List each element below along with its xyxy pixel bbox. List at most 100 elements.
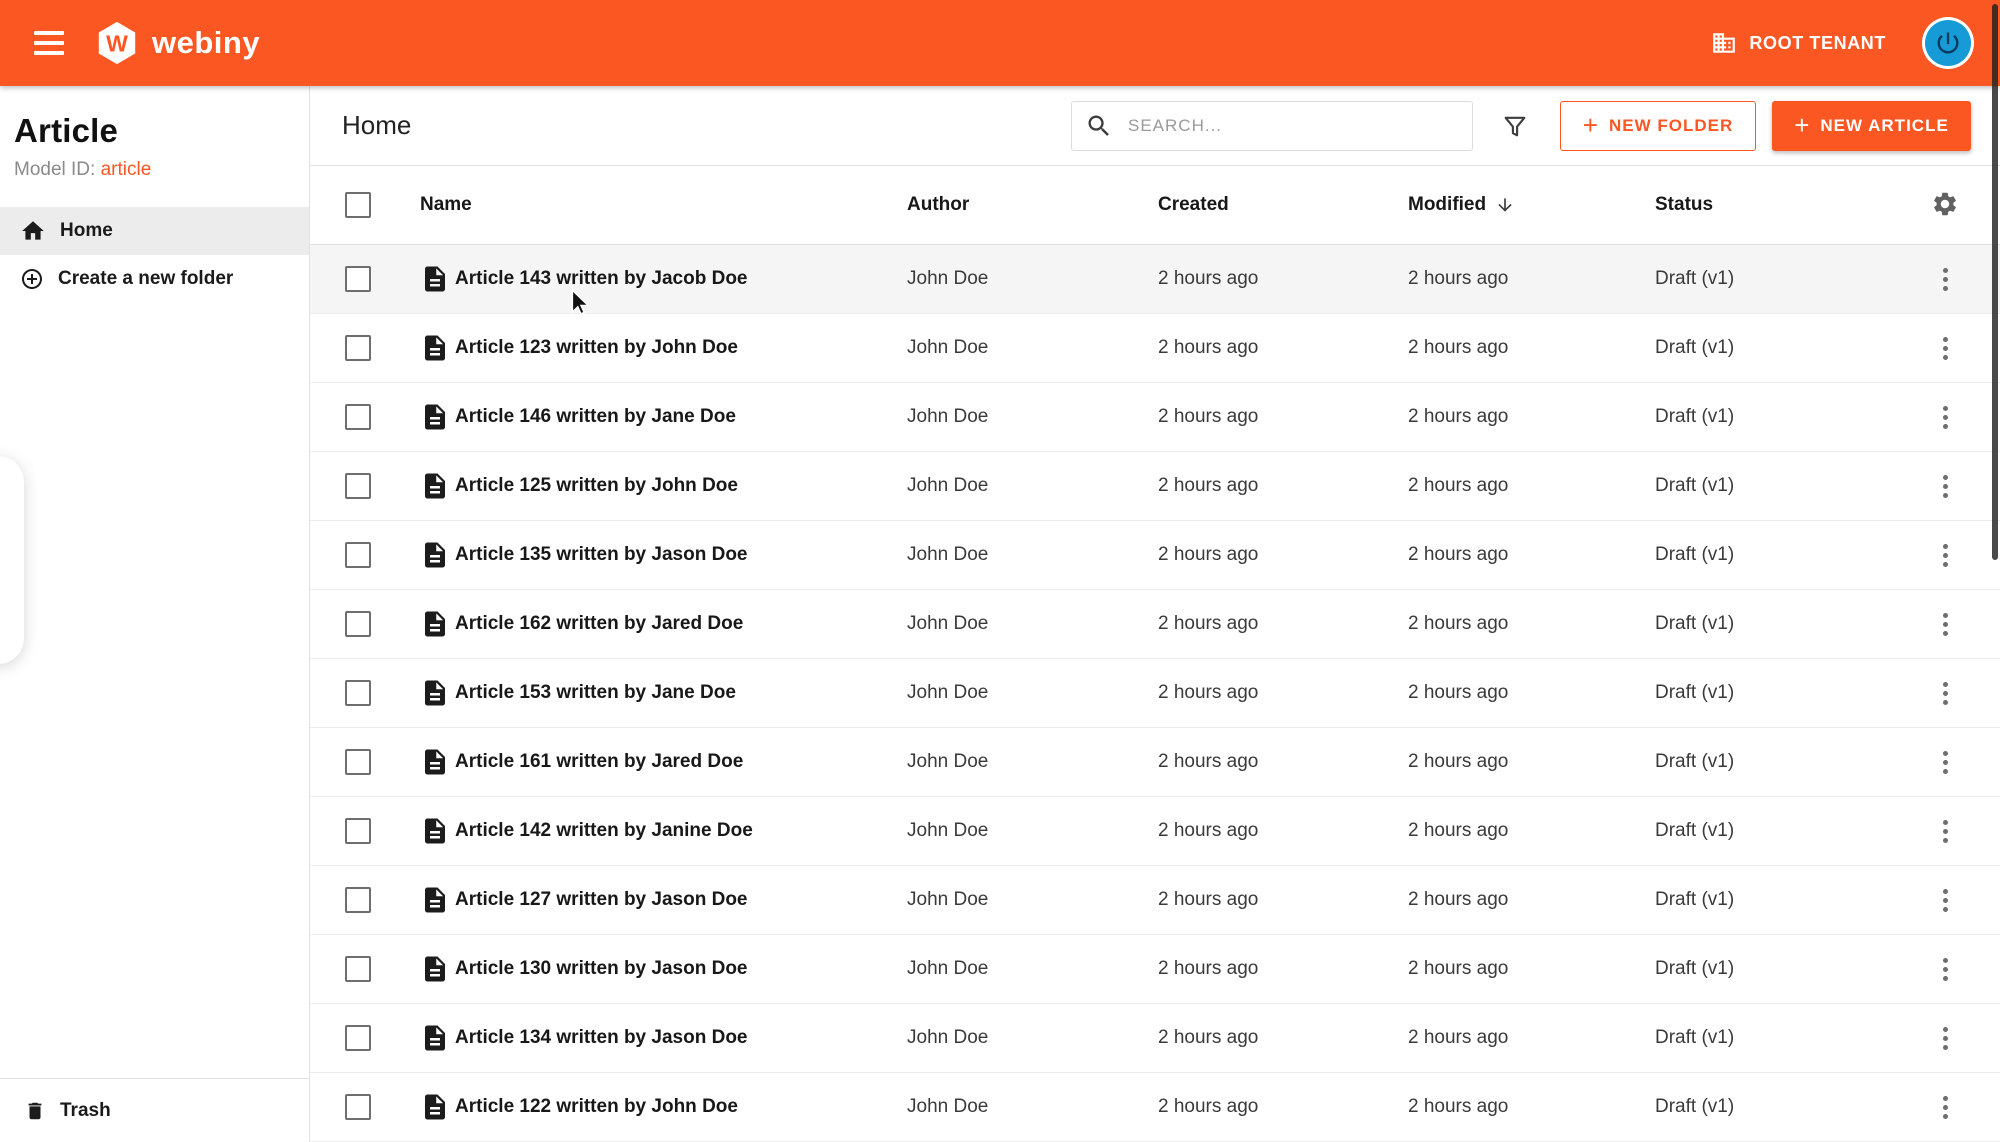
row-actions-cell xyxy=(1910,676,1980,711)
table-row[interactable]: Article 127 written by Jason Doe John Do… xyxy=(310,866,2000,935)
article-author: John Doe xyxy=(907,544,989,565)
model-id-value: article xyxy=(100,159,152,180)
row-checkbox[interactable] xyxy=(345,1094,371,1120)
create-folder-button[interactable]: Create a new folder xyxy=(0,255,309,303)
article-name[interactable]: Article 123 written by John Doe xyxy=(455,337,907,359)
row-checkbox[interactable] xyxy=(345,335,371,361)
new-folder-button[interactable]: + NEW FOLDER xyxy=(1560,100,1756,151)
row-checkbox[interactable] xyxy=(345,818,371,844)
column-header-modified[interactable]: Modified xyxy=(1408,194,1655,216)
row-checkbox[interactable] xyxy=(345,404,371,430)
row-checkbox-cell xyxy=(345,749,420,775)
select-all-checkbox[interactable] xyxy=(345,192,371,218)
table-row[interactable]: Article 153 written by Jane Doe John Doe… xyxy=(310,659,2000,728)
table-row[interactable]: Article 161 written by Jared Doe John Do… xyxy=(310,728,2000,797)
row-checkbox[interactable] xyxy=(345,542,371,568)
menu-button[interactable] xyxy=(26,23,72,63)
article-name[interactable]: Article 135 written by Jason Doe xyxy=(455,544,907,566)
row-menu-button[interactable] xyxy=(1937,883,1954,918)
article-status: Draft (v1) xyxy=(1655,544,1735,565)
article-name[interactable]: Article 146 written by Jane Doe xyxy=(455,406,907,428)
table-row[interactable]: Article 122 written by John Doe John Doe… xyxy=(310,1073,2000,1142)
gear-icon xyxy=(1934,192,1956,215)
article-modified: 2 hours ago xyxy=(1408,889,1509,910)
article-modified: 2 hours ago xyxy=(1408,544,1509,565)
article-name[interactable]: Article 162 written by Jared Doe xyxy=(455,613,907,635)
article-name[interactable]: Article 143 written by Jacob Doe xyxy=(455,268,907,290)
row-menu-button[interactable] xyxy=(1937,814,1954,849)
scrollbar-thumb[interactable] xyxy=(1992,4,1998,560)
row-menu-button[interactable] xyxy=(1937,1021,1954,1056)
row-menu-button[interactable] xyxy=(1937,676,1954,711)
new-article-button[interactable]: + NEW ARTICLE xyxy=(1772,100,1971,151)
row-checkbox[interactable] xyxy=(345,956,371,982)
toolbar: + NEW FOLDER + NEW ARTICLE xyxy=(1071,100,1971,151)
article-name[interactable]: Article 122 written by John Doe xyxy=(455,1096,907,1118)
table-row[interactable]: Article 123 written by John Doe John Doe… xyxy=(310,314,2000,383)
table-row[interactable]: Article 162 written by Jared Doe John Do… xyxy=(310,590,2000,659)
file-icon-cell xyxy=(420,1023,455,1053)
row-checkbox[interactable] xyxy=(345,680,371,706)
row-menu-button[interactable] xyxy=(1937,538,1954,573)
table-row[interactable]: Article 146 written by Jane Doe John Doe… xyxy=(310,383,2000,452)
row-menu-button[interactable] xyxy=(1937,262,1954,297)
article-name[interactable]: Article 142 written by Janine Doe xyxy=(455,820,907,842)
topbar-right: ROOT TENANT xyxy=(1711,17,1974,69)
table-row[interactable]: Article 135 written by Jason Doe John Do… xyxy=(310,521,2000,590)
row-actions-cell xyxy=(1910,1021,1980,1056)
column-header-name[interactable]: Name xyxy=(420,194,907,216)
table-row[interactable]: Article 125 written by John Doe John Doe… xyxy=(310,452,2000,521)
article-created: 2 hours ago xyxy=(1158,475,1259,496)
sidebar-item-home[interactable]: Home xyxy=(0,207,309,255)
search-input[interactable] xyxy=(1071,100,1473,151)
trash-button[interactable]: Trash xyxy=(0,1078,309,1142)
avatar-circle xyxy=(1925,20,1971,66)
webiny-logo[interactable]: W webiny xyxy=(94,20,260,66)
row-menu-button[interactable] xyxy=(1937,469,1954,504)
article-name[interactable]: Article 134 written by Jason Doe xyxy=(455,1027,907,1049)
row-menu-button[interactable] xyxy=(1937,952,1954,987)
table-settings-button[interactable] xyxy=(1927,186,1963,225)
article-name[interactable]: Article 125 written by John Doe xyxy=(455,475,907,497)
avatar[interactable] xyxy=(1922,17,1974,69)
trash-label: Trash xyxy=(60,1099,111,1121)
article-name[interactable]: Article 161 written by Jared Doe xyxy=(455,751,907,773)
article-status: Draft (v1) xyxy=(1655,1027,1735,1048)
home-icon xyxy=(22,221,44,240)
row-menu-button[interactable] xyxy=(1937,745,1954,780)
row-checkbox[interactable] xyxy=(345,887,371,913)
filter-button[interactable] xyxy=(1497,108,1533,144)
new-article-label: NEW ARTICLE xyxy=(1820,115,1949,135)
article-name[interactable]: Article 153 written by Jane Doe xyxy=(455,682,907,704)
column-header-author[interactable]: Author xyxy=(907,194,1158,216)
row-checkbox[interactable] xyxy=(345,473,371,499)
body-wrap: Article Model ID: article Home Create a … xyxy=(0,86,2000,1142)
article-modified: 2 hours ago xyxy=(1408,613,1509,634)
document-icon xyxy=(425,266,445,292)
column-header-status[interactable]: Status xyxy=(1655,194,1910,216)
row-menu-button[interactable] xyxy=(1937,1090,1954,1125)
article-author: John Doe xyxy=(907,889,989,910)
row-menu-button[interactable] xyxy=(1937,607,1954,642)
article-created: 2 hours ago xyxy=(1158,613,1259,634)
row-checkbox[interactable] xyxy=(345,1025,371,1051)
article-created: 2 hours ago xyxy=(1158,544,1259,565)
main-header: Home + NEW FOLDER xyxy=(310,86,2000,166)
file-icon-cell xyxy=(420,333,455,363)
row-checkbox[interactable] xyxy=(345,749,371,775)
row-menu-button[interactable] xyxy=(1937,331,1954,366)
article-modified: 2 hours ago xyxy=(1408,820,1509,841)
table-row[interactable]: Article 143 written by Jacob Doe John Do… xyxy=(310,245,2000,314)
row-menu-button[interactable] xyxy=(1937,400,1954,435)
document-icon xyxy=(425,680,445,706)
table-row[interactable]: Article 130 written by Jason Doe John Do… xyxy=(310,935,2000,1004)
table-row[interactable]: Article 142 written by Janine Doe John D… xyxy=(310,797,2000,866)
row-checkbox[interactable] xyxy=(345,611,371,637)
tenant-selector[interactable]: ROOT TENANT xyxy=(1711,30,1886,56)
document-icon xyxy=(425,956,445,982)
column-header-created[interactable]: Created xyxy=(1158,194,1408,216)
article-name[interactable]: Article 130 written by Jason Doe xyxy=(455,958,907,980)
row-checkbox[interactable] xyxy=(345,266,371,292)
table-row[interactable]: Article 134 written by Jason Doe John Do… xyxy=(310,1004,2000,1073)
article-name[interactable]: Article 127 written by Jason Doe xyxy=(455,889,907,911)
